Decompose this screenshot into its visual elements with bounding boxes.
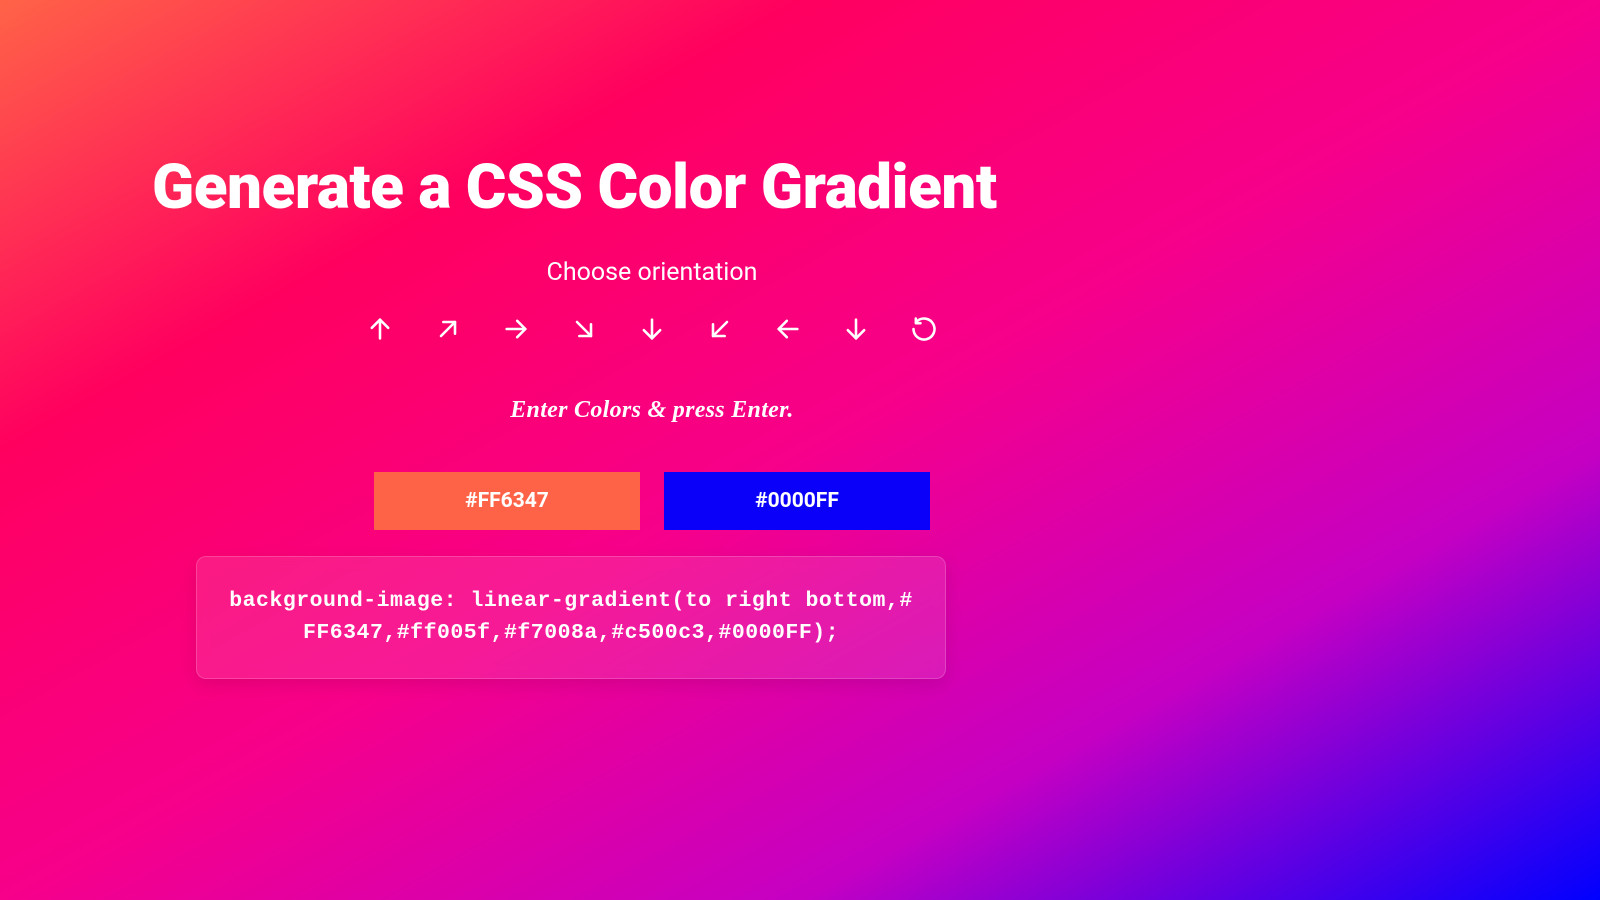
color-input-a[interactable]	[374, 472, 640, 530]
color-inputs-row	[152, 472, 1152, 530]
enter-colors-label: Enter Colors & press Enter.	[152, 397, 1152, 424]
orientation-label: Choose orientation	[152, 258, 1152, 287]
orientation-radial[interactable]	[909, 315, 939, 345]
orientation-down-left[interactable]	[705, 315, 735, 345]
arrow-down-left-icon	[706, 315, 734, 346]
css-output[interactable]: background-image: linear-gradient(to rig…	[196, 556, 946, 679]
orientation-down-right[interactable]	[569, 315, 599, 345]
color-input-b[interactable]	[664, 472, 930, 530]
arrow-up-right-icon	[434, 315, 462, 346]
orientation-right[interactable]	[501, 315, 531, 345]
arrow-down-icon-2	[842, 315, 870, 346]
rotate-icon	[910, 315, 938, 346]
arrow-left-icon	[774, 315, 802, 346]
arrow-down-icon	[638, 315, 666, 346]
arrow-down-right-icon	[570, 315, 598, 346]
page-title: Generate a CSS Color Gradient	[152, 155, 1145, 220]
orientation-down-2[interactable]	[841, 315, 871, 345]
orientation-up[interactable]	[365, 315, 395, 345]
arrow-up-icon	[366, 315, 394, 346]
orientation-up-right[interactable]	[433, 315, 463, 345]
orientation-row	[152, 315, 1152, 345]
orientation-left[interactable]	[773, 315, 803, 345]
orientation-down[interactable]	[637, 315, 667, 345]
arrow-right-icon	[502, 315, 530, 346]
